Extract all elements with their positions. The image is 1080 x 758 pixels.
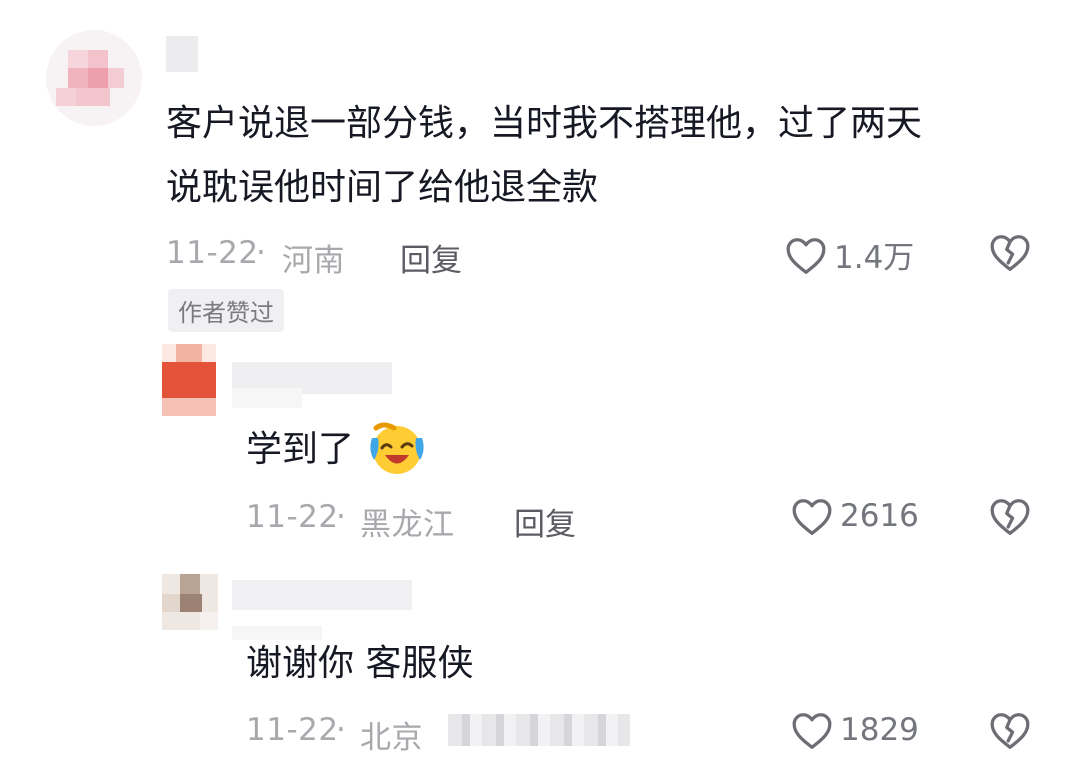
avatar[interactable]	[46, 30, 142, 126]
comment-location: 北京	[360, 720, 423, 756]
like-button[interactable]: 1.4万	[784, 232, 914, 277]
like-button[interactable]: 1829	[790, 710, 919, 750]
reply-button-blurred[interactable]	[448, 714, 630, 746]
meta-dot: ·	[256, 235, 267, 271]
comment-date: 11-22	[246, 499, 339, 535]
avatar[interactable]	[162, 574, 218, 630]
comment-text-line-2: 说耽误他时间了给他退全款	[166, 167, 599, 208]
like-button[interactable]: 2616	[790, 496, 919, 536]
reply-button[interactable]: 回复	[514, 499, 576, 544]
username-blurred[interactable]	[232, 580, 412, 610]
comment-text: 学到了	[246, 429, 355, 470]
like-count: 1829	[840, 712, 919, 748]
username-blurred-extra	[232, 388, 302, 408]
like-count: 1.4万	[834, 240, 915, 276]
comment-location: 黑龙江	[360, 507, 455, 543]
heart-outline-icon	[792, 713, 832, 749]
laughing-crying-emoji	[370, 422, 424, 474]
broken-heart-icon[interactable]	[988, 710, 1032, 750]
comment-date: 11-22	[166, 235, 259, 271]
comment-text-line-1: 客户说退一部分钱，当时我不搭理他，过了两天	[166, 103, 923, 144]
comment-text: 谢谢你 客服侠	[246, 643, 474, 684]
author-liked-badge: 作者赞过	[168, 289, 284, 332]
like-count: 2616	[840, 498, 919, 534]
reply-button[interactable]: 回复	[400, 235, 462, 280]
username-blurred[interactable]	[166, 36, 198, 72]
heart-outline-icon	[792, 499, 832, 535]
meta-dot: ·	[336, 712, 347, 748]
heart-outline-icon	[786, 237, 826, 274]
avatar[interactable]	[162, 344, 216, 416]
comment-date: 11-22	[246, 712, 339, 748]
comment-location: 河南	[282, 243, 345, 279]
meta-dot: ·	[336, 499, 347, 535]
broken-heart-icon[interactable]	[988, 496, 1032, 536]
broken-heart-icon[interactable]	[988, 232, 1032, 272]
